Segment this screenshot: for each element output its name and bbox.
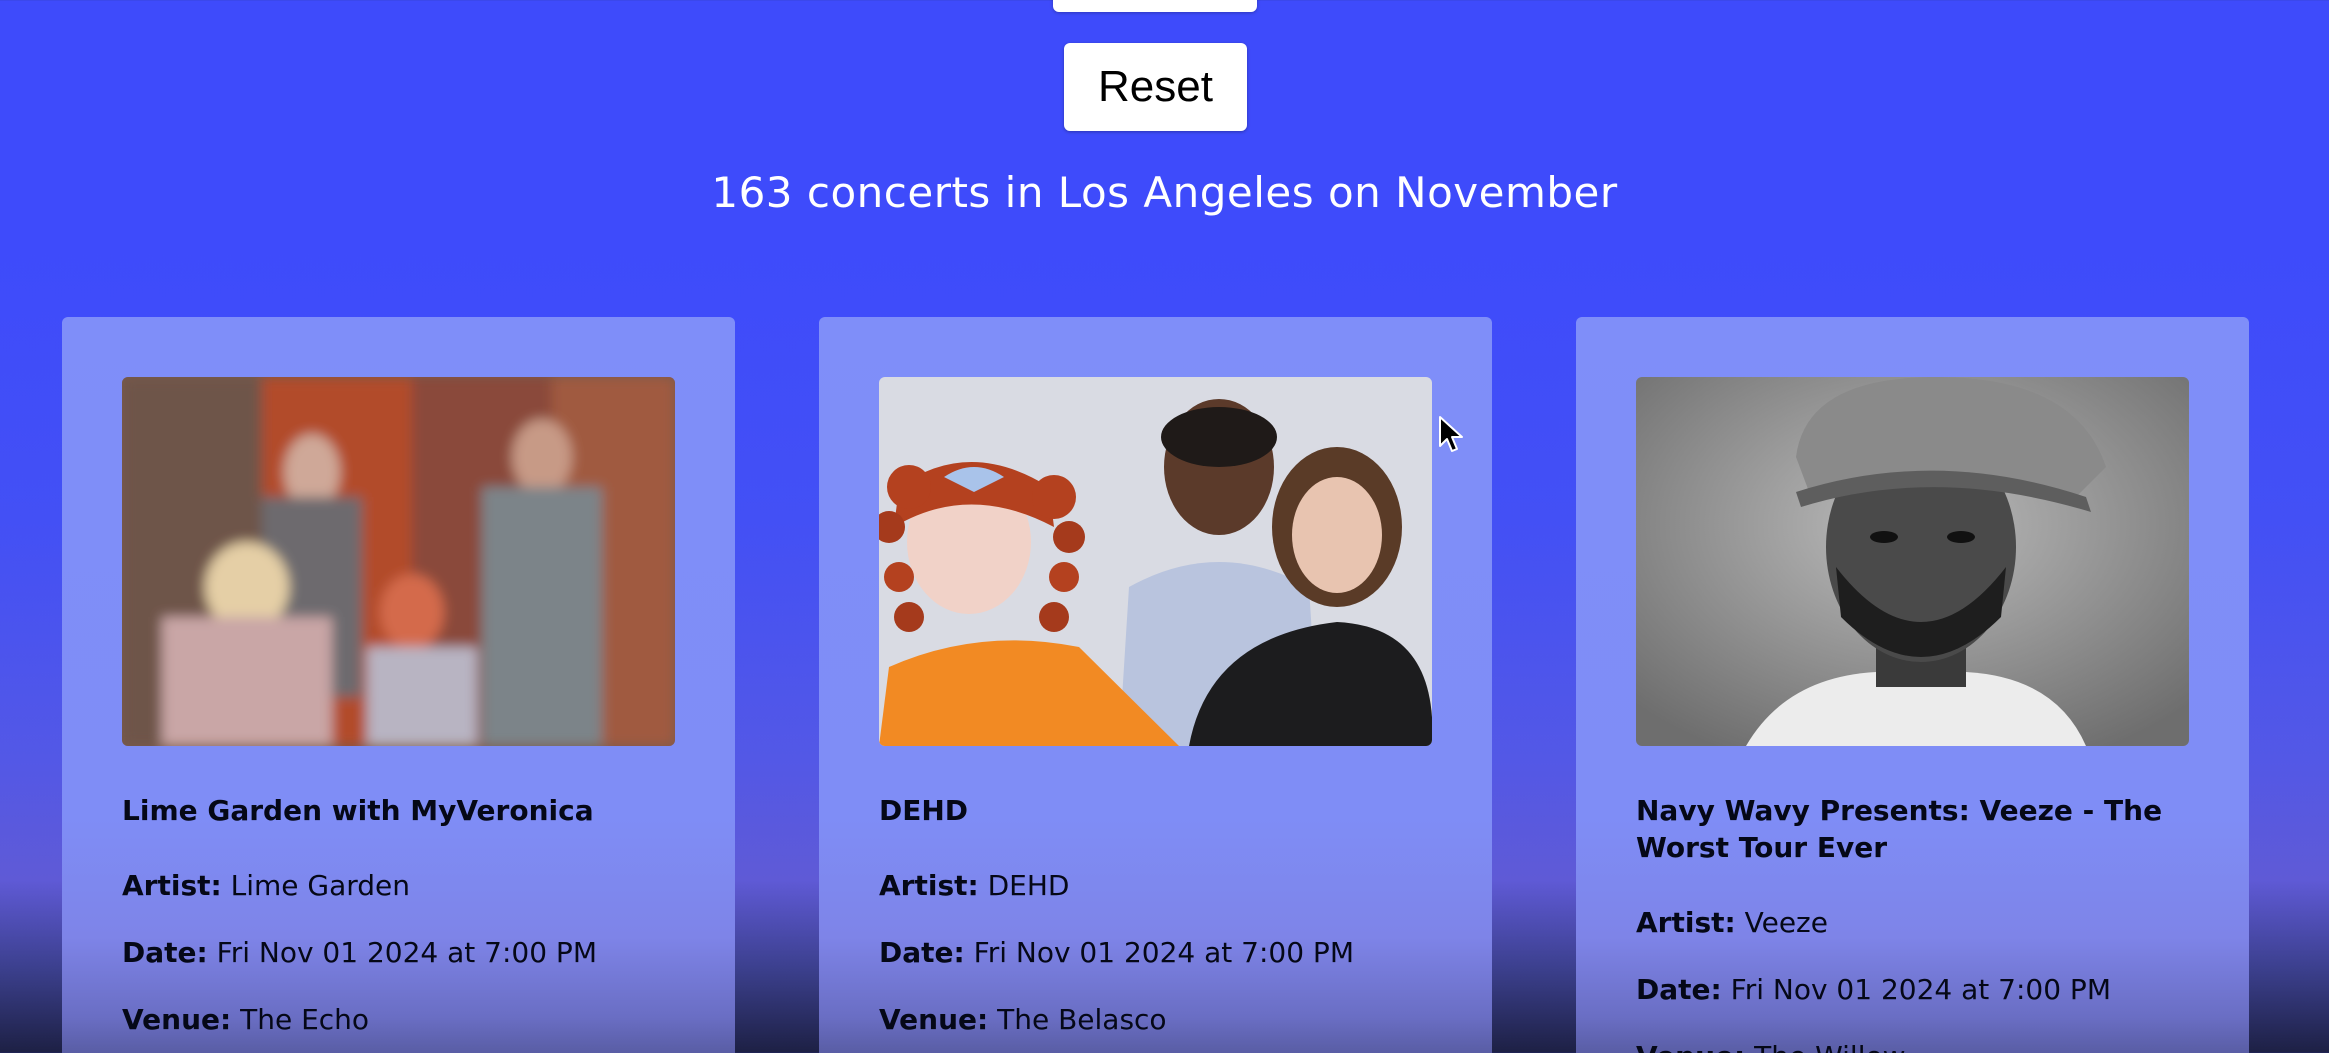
concert-image[interactable] [1636,377,2189,746]
concert-title[interactable]: Lime Garden with MyVeronica [122,792,682,829]
concert-image[interactable] [122,377,675,746]
concert-card[interactable]: DEHD Artist: DEHD Date: Fri Nov 01 2024 … [819,317,1492,1053]
artist-label: Artist: [1636,906,1736,939]
venue-value: The Willow [1754,1040,1905,1053]
artist-value: Lime Garden [230,869,411,902]
venue-line: Venue: The Belasco [879,1001,1167,1038]
date-label: Date: [1636,973,1722,1006]
artist-value: Veeze [1744,906,1828,939]
concert-card[interactable]: Lime Garden with MyVeronica Artist: Lime… [62,317,735,1053]
reset-button[interactable]: Reset [1064,43,1247,131]
venue-value: The Echo [240,1003,370,1036]
date-line: Date: Fri Nov 01 2024 at 7:00 PM [122,934,597,971]
artist-label: Artist: [879,869,979,902]
date-value: Fri Nov 01 2024 at 7:00 PM [216,936,597,969]
venue-label: Venue: [122,1003,232,1036]
concert-title[interactable]: Navy Wavy Presents: Veeze - The Worst To… [1636,792,2196,866]
venue-label: Venue: [1636,1040,1745,1053]
filter-button-partial[interactable] [1053,0,1257,12]
venue-line: Venue: The Echo [122,1001,369,1038]
artist-label: Artist: [122,869,222,902]
artist-line: Artist: Lime Garden [122,867,410,904]
date-value: Fri Nov 01 2024 at 7:00 PM [1730,973,2111,1006]
date-label: Date: [122,936,208,969]
artist-line: Artist: Veeze [1636,904,1828,941]
venue-line: Venue: The Willow [1636,1038,1906,1053]
date-label: Date: [879,936,965,969]
mouse-cursor-icon [1439,416,1463,452]
venue-value: The Belasco [997,1003,1167,1036]
artist-line: Artist: DEHD [879,867,1070,904]
date-value: Fri Nov 01 2024 at 7:00 PM [973,936,1354,969]
artist-value: DEHD [987,869,1070,902]
date-line: Date: Fri Nov 01 2024 at 7:00 PM [879,934,1354,971]
concert-image[interactable] [879,377,1432,746]
venue-label: Venue: [879,1003,989,1036]
concert-title[interactable]: DEHD [879,792,1439,829]
results-count-heading: 163 concerts in Los Angeles on November [711,168,1618,217]
date-line: Date: Fri Nov 01 2024 at 7:00 PM [1636,971,2111,1008]
concert-card[interactable]: Navy Wavy Presents: Veeze - The Worst To… [1576,317,2249,1053]
